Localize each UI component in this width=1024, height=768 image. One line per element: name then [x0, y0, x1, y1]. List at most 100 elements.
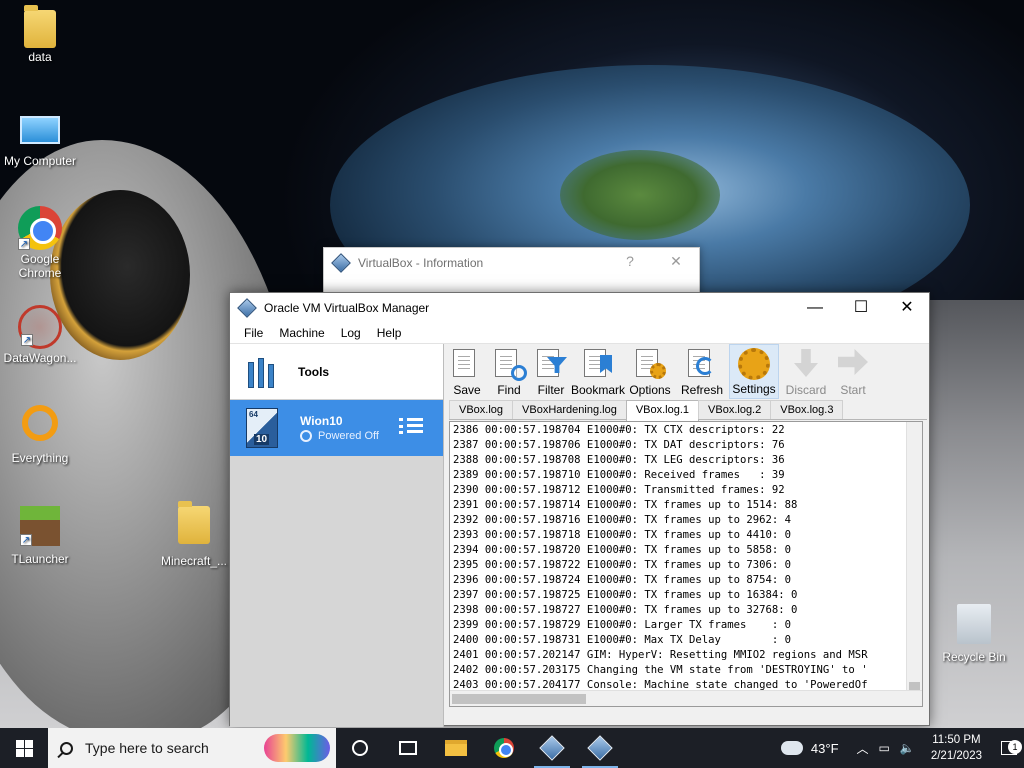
horizontal-scroll-thumb[interactable]	[452, 694, 586, 704]
clock-date: 2/21/2023	[930, 750, 982, 762]
tools-item[interactable]: Tools	[230, 344, 443, 400]
start-menu-button[interactable]	[0, 728, 48, 768]
clock-time: 11:50 PM	[932, 734, 981, 746]
manager-titlebar: Oracle VM VirtualBox Manager — ☐ ✕	[230, 293, 929, 322]
menu-log[interactable]: Log	[333, 326, 369, 340]
close-button[interactable]: ✕	[884, 293, 930, 322]
horizontal-scrollbar[interactable]	[450, 690, 922, 706]
minimize-button[interactable]: —	[792, 293, 838, 322]
folder-icon	[445, 740, 467, 756]
shortcut-arrow-icon: ↗	[20, 534, 32, 546]
vertical-scrollbar[interactable]	[906, 422, 922, 692]
log-viewer[interactable]: 2386 00:00:57.198704 E1000#0: TX CTX des…	[449, 421, 923, 707]
tab-vboxhardening-log[interactable]: VBoxHardening.log	[512, 400, 627, 419]
log-line: 2389 00:00:57.198710 E1000#0: Received f…	[453, 469, 785, 481]
find-button[interactable]: Find	[489, 344, 529, 399]
desktop-icon-datawagon[interactable]: ↗ DataWagon...	[0, 305, 80, 365]
recycle-bin-icon	[957, 604, 991, 644]
taskbar: Type here to search 43°F ︿ ▭ 🔈 11:50 PM …	[0, 728, 1024, 768]
temperature[interactable]: 43°F	[811, 741, 839, 756]
help-button[interactable]: ?	[616, 253, 644, 269]
tab-vbox-log-1[interactable]: VBox.log.1	[625, 400, 700, 421]
desktop-icon-everything[interactable]: Everything	[0, 405, 80, 465]
vm-details-menu-icon[interactable]	[399, 415, 423, 439]
discard-button[interactable]: Discard	[781, 344, 831, 399]
information-close-button[interactable]: ✕	[662, 253, 690, 270]
log-line: 2401 00:00:57.202147 GIM: HyperV: Resett…	[453, 649, 868, 661]
start-button[interactable]: Start	[833, 344, 873, 399]
settings-button[interactable]: Settings	[729, 344, 779, 399]
chrome-taskbar-button[interactable]	[480, 728, 528, 768]
desktop-icon-recycle-bin[interactable]: Recycle Bin	[934, 604, 1014, 664]
virtualbox-icon	[237, 297, 257, 318]
computer-icon	[20, 116, 60, 144]
os-version-badge: 10	[254, 434, 270, 445]
save-label: Save	[453, 383, 481, 397]
find-icon	[493, 349, 527, 381]
tab-vbox-log-2[interactable]: VBox.log.2	[698, 400, 772, 419]
wallpaper-planet-land	[560, 150, 720, 240]
log-line: 2388 00:00:57.198708 E1000#0: TX LEG des…	[453, 454, 785, 466]
clock[interactable]: 11:50 PM 2/21/2023	[931, 732, 982, 764]
chevron-up-icon[interactable]: ︿	[857, 740, 869, 757]
settings-label: Settings	[732, 382, 776, 396]
desktop-icon-minecraft[interactable]: Minecraft_...	[154, 501, 234, 568]
filter-icon	[535, 349, 567, 379]
file-explorer-button[interactable]	[432, 728, 480, 768]
network-icon[interactable]: ▭	[879, 741, 890, 755]
desktop-icon-label: data	[28, 50, 52, 64]
search-icon	[60, 741, 73, 755]
log-toolbar: Save Find Filter Bookmark Options Refres…	[445, 344, 931, 399]
save-button[interactable]: Save	[447, 344, 487, 399]
virtualbox-taskbar-button-2[interactable]	[576, 728, 624, 768]
notification-count: 1	[1008, 740, 1022, 754]
desktop-icon-google-chrome[interactable]: ↗ Google Chrome	[0, 206, 80, 280]
taskbar-search[interactable]: Type here to search	[48, 728, 336, 768]
bookmark-button[interactable]: Bookmark	[570, 344, 626, 399]
vm-item-wion10[interactable]: 64 10 Wion10 Powered Off	[230, 400, 443, 456]
desktop-icon-tlauncher[interactable]: ↗ TLauncher	[0, 506, 80, 566]
tab-vbox-log-3[interactable]: VBox.log.3	[770, 400, 844, 419]
weather-icon[interactable]	[780, 735, 803, 755]
options-button[interactable]: Options	[625, 344, 675, 399]
log-line: 2395 00:00:57.198722 E1000#0: TX frames …	[453, 559, 792, 571]
virtualbox-taskbar-button-1[interactable]	[528, 728, 576, 768]
power-off-icon	[300, 430, 312, 442]
menu-bar: File Machine Log Help	[230, 322, 929, 344]
desktop-icon-label: Google Chrome	[18, 252, 62, 280]
cortana-button[interactable]	[336, 728, 384, 768]
task-view-icon	[399, 741, 417, 755]
options-icon	[634, 349, 666, 379]
notification-center-button[interactable]: 1	[994, 728, 1024, 768]
machine-list-pane: Tools 64 10 Wion10 Powered Off	[230, 344, 444, 727]
refresh-button[interactable]: Refresh	[677, 344, 727, 399]
desktop-icon-label: Minecraft_...	[160, 554, 228, 568]
tools-icon	[246, 356, 276, 388]
log-line: 2393 00:00:57.198718 E1000#0: TX frames …	[453, 529, 792, 541]
menu-help[interactable]: Help	[369, 326, 410, 340]
desktop-icon-my-computer[interactable]: My Computer	[0, 108, 80, 168]
maximize-button[interactable]: ☐	[838, 293, 884, 322]
vm-state-label: Powered Off	[318, 430, 379, 442]
save-log-icon	[451, 349, 483, 379]
tlauncher-icon: ↗	[20, 506, 60, 546]
tab-vbox-log[interactable]: VBox.log	[449, 400, 514, 419]
volume-icon[interactable]: 🔈	[900, 741, 915, 755]
task-view-button[interactable]	[384, 728, 432, 768]
menu-file[interactable]: File	[236, 326, 271, 340]
os-bitness-badge: 64	[249, 410, 258, 419]
filter-button[interactable]: Filter	[531, 344, 571, 399]
manager-title: Oracle VM VirtualBox Manager	[264, 300, 430, 315]
bookmark-label: Bookmark	[570, 383, 626, 397]
virtualbox-manager-window[interactable]: Oracle VM VirtualBox Manager — ☐ ✕ File …	[229, 292, 931, 727]
everything-search-icon	[22, 405, 58, 441]
datawagon-icon: ↗	[18, 305, 62, 349]
virtualbox-icon	[587, 735, 613, 761]
log-text: 2386 00:00:57.198704 E1000#0: TX CTX des…	[453, 423, 905, 706]
log-line: 2387 00:00:57.198706 E1000#0: TX DAT des…	[453, 439, 785, 451]
log-line: 2391 00:00:57.198714 E1000#0: TX frames …	[453, 499, 798, 511]
virtualbox-icon	[331, 253, 351, 273]
desktop-icon-data[interactable]: data	[0, 5, 80, 64]
menu-machine[interactable]: Machine	[271, 326, 332, 340]
system-tray: 43°F ︿ ▭ 🔈 11:50 PM 2/21/2023 1	[780, 728, 1024, 768]
